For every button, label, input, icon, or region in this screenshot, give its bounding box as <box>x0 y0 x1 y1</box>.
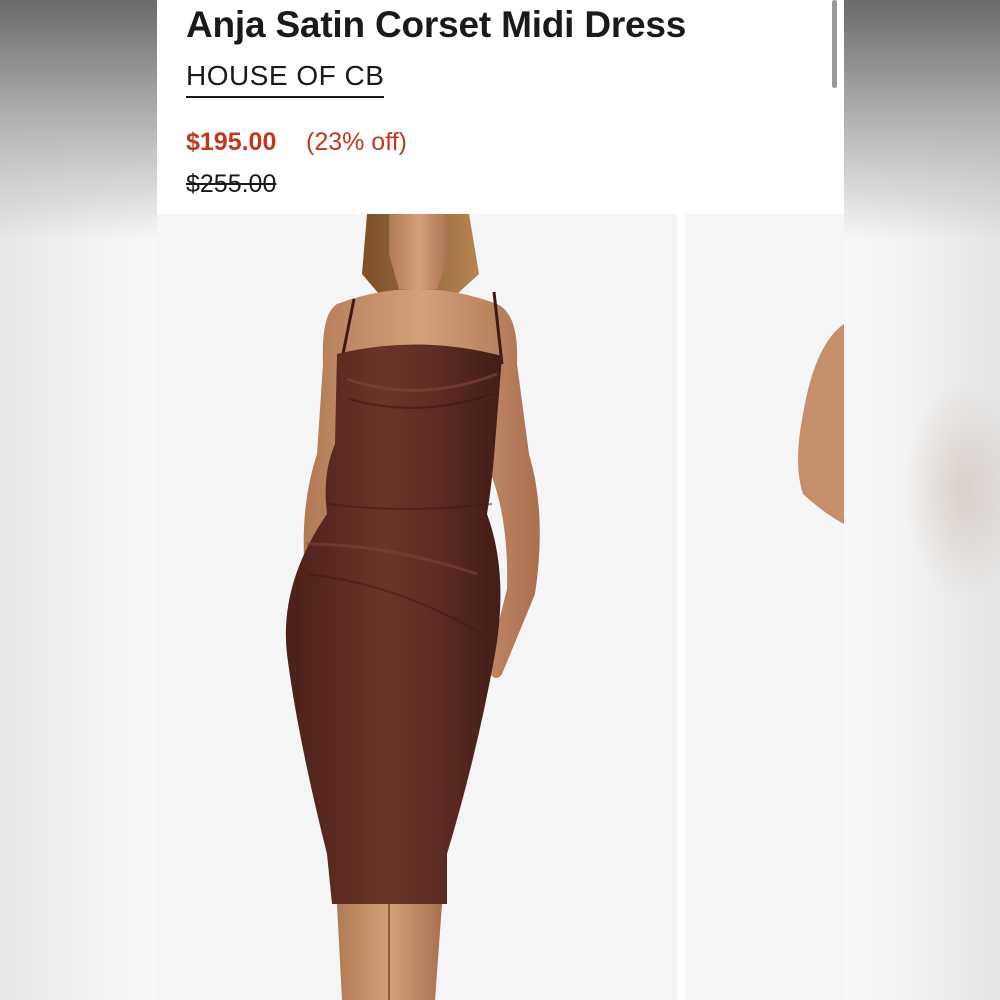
product-title: Anja Satin Corset Midi Dress <box>186 4 687 45</box>
next-image-partial <box>798 324 844 524</box>
sale-price: $195.00 <box>186 128 277 156</box>
product-image-gallery[interactable] <box>157 214 844 1000</box>
brand-link[interactable]: HOUSE OF CB <box>186 60 385 98</box>
scrollbar[interactable] <box>832 0 837 88</box>
product-page: Anja Satin Corset Midi Dress HOUSE OF CB… <box>157 0 844 1000</box>
product-image-main[interactable] <box>157 214 677 1000</box>
blurred-background-left <box>0 0 157 1000</box>
model-dress-illustration <box>285 214 540 1000</box>
discount-percent: (23% off) <box>306 128 407 156</box>
blurred-background-right <box>844 0 1000 1000</box>
product-image-next[interactable] <box>685 214 844 1000</box>
original-price: $255.00 <box>186 170 277 198</box>
